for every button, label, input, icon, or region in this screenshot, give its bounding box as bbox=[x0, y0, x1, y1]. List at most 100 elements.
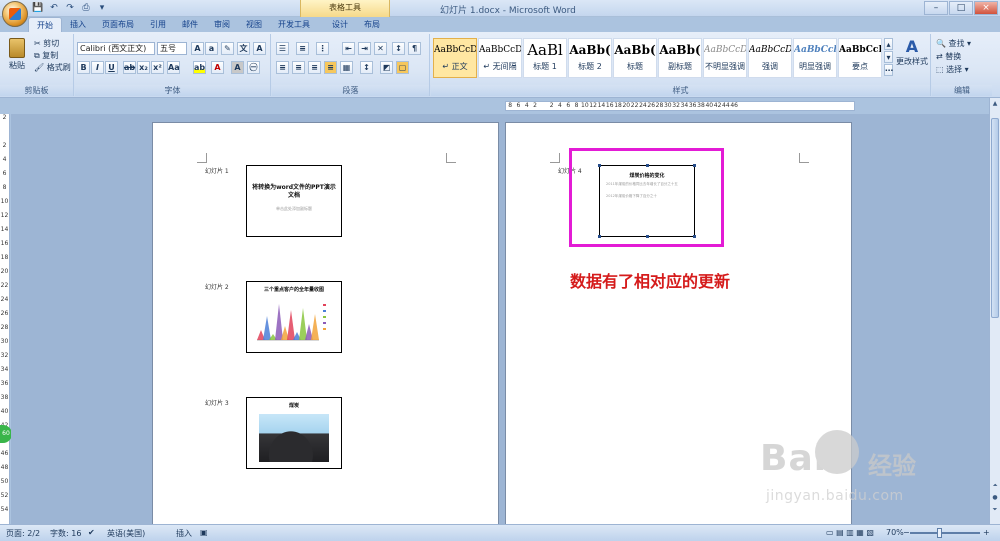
tab-layout[interactable]: 布局 bbox=[356, 17, 388, 32]
show-marks-icon[interactable]: ¶ bbox=[408, 42, 421, 55]
tab-references[interactable]: 引用 bbox=[142, 17, 174, 32]
style-no-spacing[interactable]: AaBbCcDc ↵ 无间隔 bbox=[478, 38, 522, 78]
change-styles-button[interactable]: A 更改样式 bbox=[895, 38, 929, 67]
decrease-indent-icon[interactable]: ⇤ bbox=[342, 42, 355, 55]
tab-page-layout[interactable]: 页面布局 bbox=[94, 17, 142, 32]
format-painter-button[interactable]: 🖌 格式刷 bbox=[34, 62, 71, 73]
select-button[interactable]: ⬚ 选择 ▾ bbox=[936, 64, 969, 75]
office-button[interactable] bbox=[2, 1, 28, 27]
tab-review[interactable]: 审阅 bbox=[206, 17, 238, 32]
style-intense-emphasis[interactable]: AaBbCcl 明显强调 bbox=[793, 38, 837, 78]
zoom-in-icon[interactable]: + bbox=[983, 528, 990, 537]
tab-mailings[interactable]: 邮件 bbox=[174, 17, 206, 32]
word-count[interactable]: 字数: 16 bbox=[50, 528, 81, 539]
styles-scroll-down-icon[interactable]: ▾ bbox=[884, 51, 893, 63]
bullets-icon[interactable]: ☰ bbox=[276, 42, 289, 55]
style-heading-2[interactable]: AaBb(标题 2 bbox=[568, 38, 612, 78]
tab-view[interactable]: 视图 bbox=[238, 17, 270, 32]
resize-handle[interactable] bbox=[693, 164, 696, 167]
char-border-icon[interactable]: A bbox=[253, 42, 266, 55]
style-strong[interactable]: AaBbCcL 要点 bbox=[838, 38, 882, 78]
style-emphasis[interactable]: AaBbCcDc 强调 bbox=[748, 38, 792, 78]
slide-1-thumbnail[interactable]: 将转换为word文件的PPT演示文档 单击此处添加副标题 bbox=[246, 165, 342, 237]
line-spacing-icon[interactable]: ↕ bbox=[360, 61, 373, 74]
superscript-icon[interactable]: x² bbox=[151, 61, 164, 74]
vertical-ruler[interactable]: 2246810121416182022242628303234363840424… bbox=[0, 114, 10, 524]
underline-icon[interactable]: U bbox=[105, 61, 118, 74]
style-subtitle[interactable]: AaBb(副标题 bbox=[658, 38, 702, 78]
redo-icon[interactable]: ↷ bbox=[64, 2, 76, 14]
next-page-icon[interactable]: ⏷ bbox=[991, 506, 999, 514]
resize-handle[interactable] bbox=[598, 235, 601, 238]
insert-mode[interactable]: 插入 bbox=[176, 528, 192, 539]
vertical-scrollbar[interactable]: ▲ ⏶ ● ⏷ bbox=[989, 98, 1000, 524]
replace-button[interactable]: ⇄ 替换 bbox=[936, 51, 961, 62]
customize-qat-icon[interactable]: ▾ bbox=[96, 2, 108, 14]
paste-button[interactable]: 粘贴 bbox=[6, 38, 28, 71]
subscript-icon[interactable]: x₂ bbox=[137, 61, 150, 74]
tab-developer[interactable]: 开发工具 bbox=[270, 17, 318, 32]
slide-3-thumbnail[interactable]: 煤炭 bbox=[246, 397, 342, 469]
spellcheck-icon[interactable]: ✔ bbox=[88, 528, 95, 537]
tab-home[interactable]: 开始 bbox=[28, 17, 62, 32]
undo-icon[interactable]: ↶ bbox=[48, 2, 60, 14]
find-button[interactable]: 🔍 查找 ▾ bbox=[936, 38, 971, 49]
shading-icon[interactable]: ◩ bbox=[380, 61, 393, 74]
print-preview-icon[interactable]: ⎙ bbox=[80, 2, 92, 14]
minimize-button[interactable]: – bbox=[924, 1, 948, 15]
sort-icon[interactable]: ↕ bbox=[392, 42, 405, 55]
zoom-slider-knob[interactable] bbox=[937, 528, 942, 538]
cut-button[interactable]: ✂ 剪切 bbox=[34, 38, 59, 49]
enclose-char-icon[interactable]: ㊀ bbox=[247, 61, 260, 74]
char-shading-icon[interactable]: A bbox=[231, 61, 244, 74]
italic-icon[interactable]: I bbox=[91, 61, 104, 74]
bold-icon[interactable]: B bbox=[77, 61, 90, 74]
distribute-icon[interactable]: ▦ bbox=[340, 61, 353, 74]
save-icon[interactable]: 💾 bbox=[32, 2, 44, 14]
justify-icon[interactable]: ≡ bbox=[324, 61, 337, 74]
browse-object-icon[interactable]: ● bbox=[991, 494, 999, 502]
resize-handle[interactable] bbox=[598, 164, 601, 167]
resize-handle[interactable] bbox=[646, 235, 649, 238]
scroll-up-icon[interactable]: ▲ bbox=[991, 100, 999, 108]
chinese-layout-icon[interactable]: ✕ bbox=[374, 42, 387, 55]
styles-more-icon[interactable]: ⋯ bbox=[884, 64, 893, 76]
view-buttons[interactable]: ▭ ▤ ▥ ▦ ▧ bbox=[826, 528, 874, 537]
slide-2-thumbnail[interactable]: 三个重点客户的全年量收图 bbox=[246, 281, 342, 353]
borders-icon[interactable]: ▢ bbox=[396, 61, 409, 74]
increase-indent-icon[interactable]: ⇥ bbox=[358, 42, 371, 55]
font-family-select[interactable]: Calibri (西文正文) bbox=[77, 42, 155, 55]
language[interactable]: 英语(美国) bbox=[107, 528, 145, 539]
page-count[interactable]: 页面: 2/2 bbox=[6, 528, 40, 539]
zoom-slider[interactable] bbox=[910, 532, 980, 534]
close-button[interactable]: × bbox=[974, 1, 998, 15]
clear-format-icon[interactable]: ✎ bbox=[221, 42, 234, 55]
tab-design[interactable]: 设计 bbox=[324, 17, 356, 32]
style-heading-1[interactable]: AaBl 标题 1 bbox=[523, 38, 567, 78]
maximize-button[interactable]: □ bbox=[949, 1, 973, 15]
multilevel-list-icon[interactable]: ⋮ bbox=[316, 42, 329, 55]
strikethrough-icon[interactable]: ab bbox=[123, 61, 136, 74]
align-right-icon[interactable]: ≡ bbox=[308, 61, 321, 74]
change-case-icon[interactable]: Aa bbox=[167, 61, 180, 74]
highlight-icon[interactable]: ab bbox=[193, 61, 206, 74]
style-title[interactable]: AaBb(标题 bbox=[613, 38, 657, 78]
align-center-icon[interactable]: ≡ bbox=[292, 61, 305, 74]
slide-4-thumbnail[interactable]: 煤炭价格的变化 2011年煤炭的价格同比去年增长了百分之十五 2012年煤炭价格… bbox=[598, 164, 696, 238]
font-color-icon[interactable]: A bbox=[211, 61, 224, 74]
styles-scroll-up-icon[interactable]: ▴ bbox=[884, 38, 893, 50]
style-subtle-emphasis[interactable]: AaBbCcDc 不明显强调 bbox=[703, 38, 747, 78]
horizontal-ruler[interactable]: 8 6 4 2 2 4 6 8 10 12 14 16 18 20 22 24 26 28 30 32 34 36 38 40… bbox=[505, 101, 855, 111]
numbering-icon[interactable]: ≡ bbox=[296, 42, 309, 55]
style-normal[interactable]: AaBbCcDc ↵ 正文 bbox=[433, 38, 477, 78]
copy-button[interactable]: ⧉ 复制 bbox=[34, 50, 58, 61]
prev-page-icon[interactable]: ⏶ bbox=[991, 482, 999, 490]
resize-handle[interactable] bbox=[646, 164, 649, 167]
tab-insert[interactable]: 插入 bbox=[62, 17, 94, 32]
zoom-out-icon[interactable]: − bbox=[903, 528, 910, 537]
grow-font-icon[interactable]: A bbox=[191, 42, 204, 55]
zoom-level[interactable]: 70% bbox=[886, 528, 904, 537]
font-size-select[interactable]: 五号 bbox=[157, 42, 187, 55]
resize-handle[interactable] bbox=[693, 235, 696, 238]
phonetic-guide-icon[interactable]: 文 bbox=[237, 42, 250, 55]
